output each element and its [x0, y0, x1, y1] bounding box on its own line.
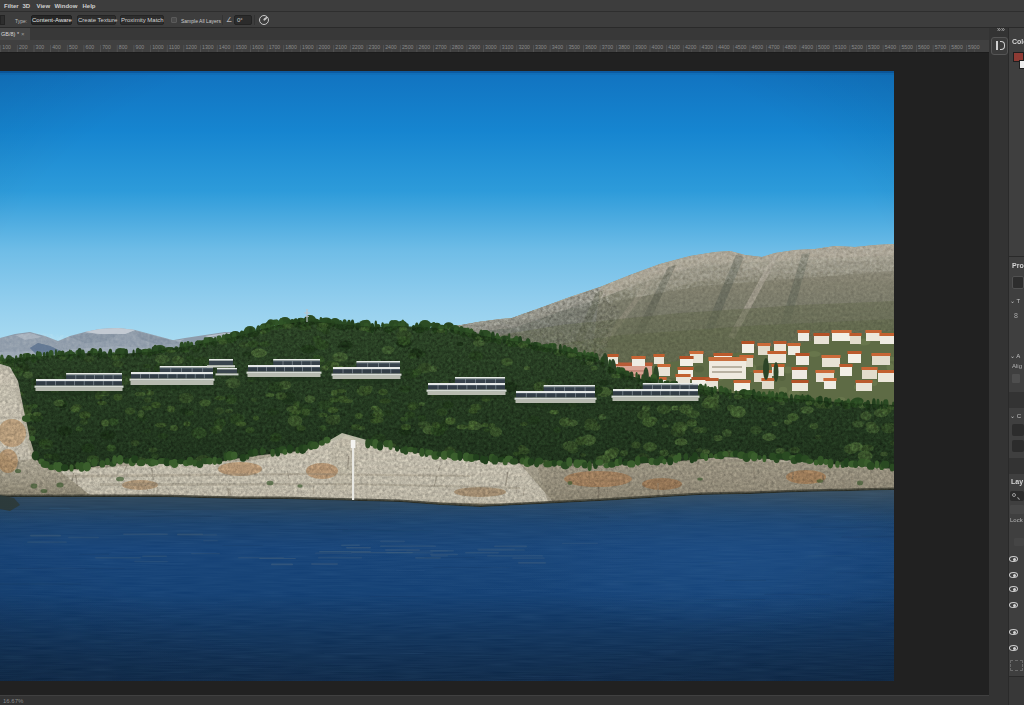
svg-text:4100: 4100: [668, 44, 680, 50]
svg-text:1800: 1800: [285, 44, 297, 50]
svg-text:200: 200: [19, 44, 28, 50]
svg-text:5500: 5500: [901, 44, 913, 50]
svg-text:4500: 4500: [735, 44, 747, 50]
svg-text:2200: 2200: [352, 44, 364, 50]
svg-text:1300: 1300: [202, 44, 214, 50]
svg-text:4300: 4300: [702, 44, 714, 50]
svg-text:3800: 3800: [618, 44, 630, 50]
svg-text:400: 400: [52, 44, 61, 50]
svg-text:1200: 1200: [185, 44, 197, 50]
svg-text:3700: 3700: [602, 44, 614, 50]
svg-text:3000: 3000: [485, 44, 497, 50]
svg-text:3200: 3200: [518, 44, 530, 50]
svg-text:1600: 1600: [252, 44, 264, 50]
svg-text:5800: 5800: [951, 44, 963, 50]
svg-text:4200: 4200: [685, 44, 697, 50]
svg-text:4000: 4000: [652, 44, 664, 50]
svg-text:2800: 2800: [452, 44, 464, 50]
svg-text:2500: 2500: [402, 44, 414, 50]
svg-text:2600: 2600: [419, 44, 431, 50]
svg-text:3600: 3600: [585, 44, 597, 50]
svg-text:700: 700: [102, 44, 111, 50]
svg-text:300: 300: [36, 44, 45, 50]
svg-text:4800: 4800: [785, 44, 797, 50]
svg-text:4900: 4900: [802, 44, 814, 50]
svg-text:2100: 2100: [335, 44, 347, 50]
svg-text:2000: 2000: [319, 44, 331, 50]
svg-text:3400: 3400: [552, 44, 564, 50]
svg-text:5100: 5100: [835, 44, 847, 50]
svg-text:3900: 3900: [635, 44, 647, 50]
svg-text:800: 800: [119, 44, 128, 50]
svg-text:1000: 1000: [152, 44, 164, 50]
svg-text:5000: 5000: [818, 44, 830, 50]
svg-text:4600: 4600: [752, 44, 764, 50]
svg-text:1900: 1900: [302, 44, 314, 50]
svg-text:3100: 3100: [502, 44, 514, 50]
svg-text:600: 600: [86, 44, 95, 50]
svg-text:4400: 4400: [718, 44, 730, 50]
svg-text:900: 900: [136, 44, 145, 50]
svg-text:100: 100: [2, 44, 11, 50]
svg-text:1700: 1700: [269, 44, 281, 50]
svg-text:3500: 3500: [568, 44, 580, 50]
svg-text:1100: 1100: [169, 44, 180, 50]
svg-text:5600: 5600: [918, 44, 930, 50]
svg-text:5200: 5200: [851, 44, 863, 50]
svg-text:5900: 5900: [968, 44, 980, 50]
svg-text:5300: 5300: [868, 44, 880, 50]
svg-text:1400: 1400: [219, 44, 231, 50]
svg-text:2900: 2900: [469, 44, 481, 50]
svg-text:1500: 1500: [235, 44, 247, 50]
svg-text:2700: 2700: [435, 44, 447, 50]
svg-text:4700: 4700: [768, 44, 780, 50]
svg-text:5700: 5700: [935, 44, 947, 50]
svg-text:500: 500: [69, 44, 78, 50]
svg-text:2300: 2300: [369, 44, 381, 50]
svg-text:5400: 5400: [885, 44, 897, 50]
svg-text:3300: 3300: [535, 44, 547, 50]
svg-text:2400: 2400: [385, 44, 397, 50]
